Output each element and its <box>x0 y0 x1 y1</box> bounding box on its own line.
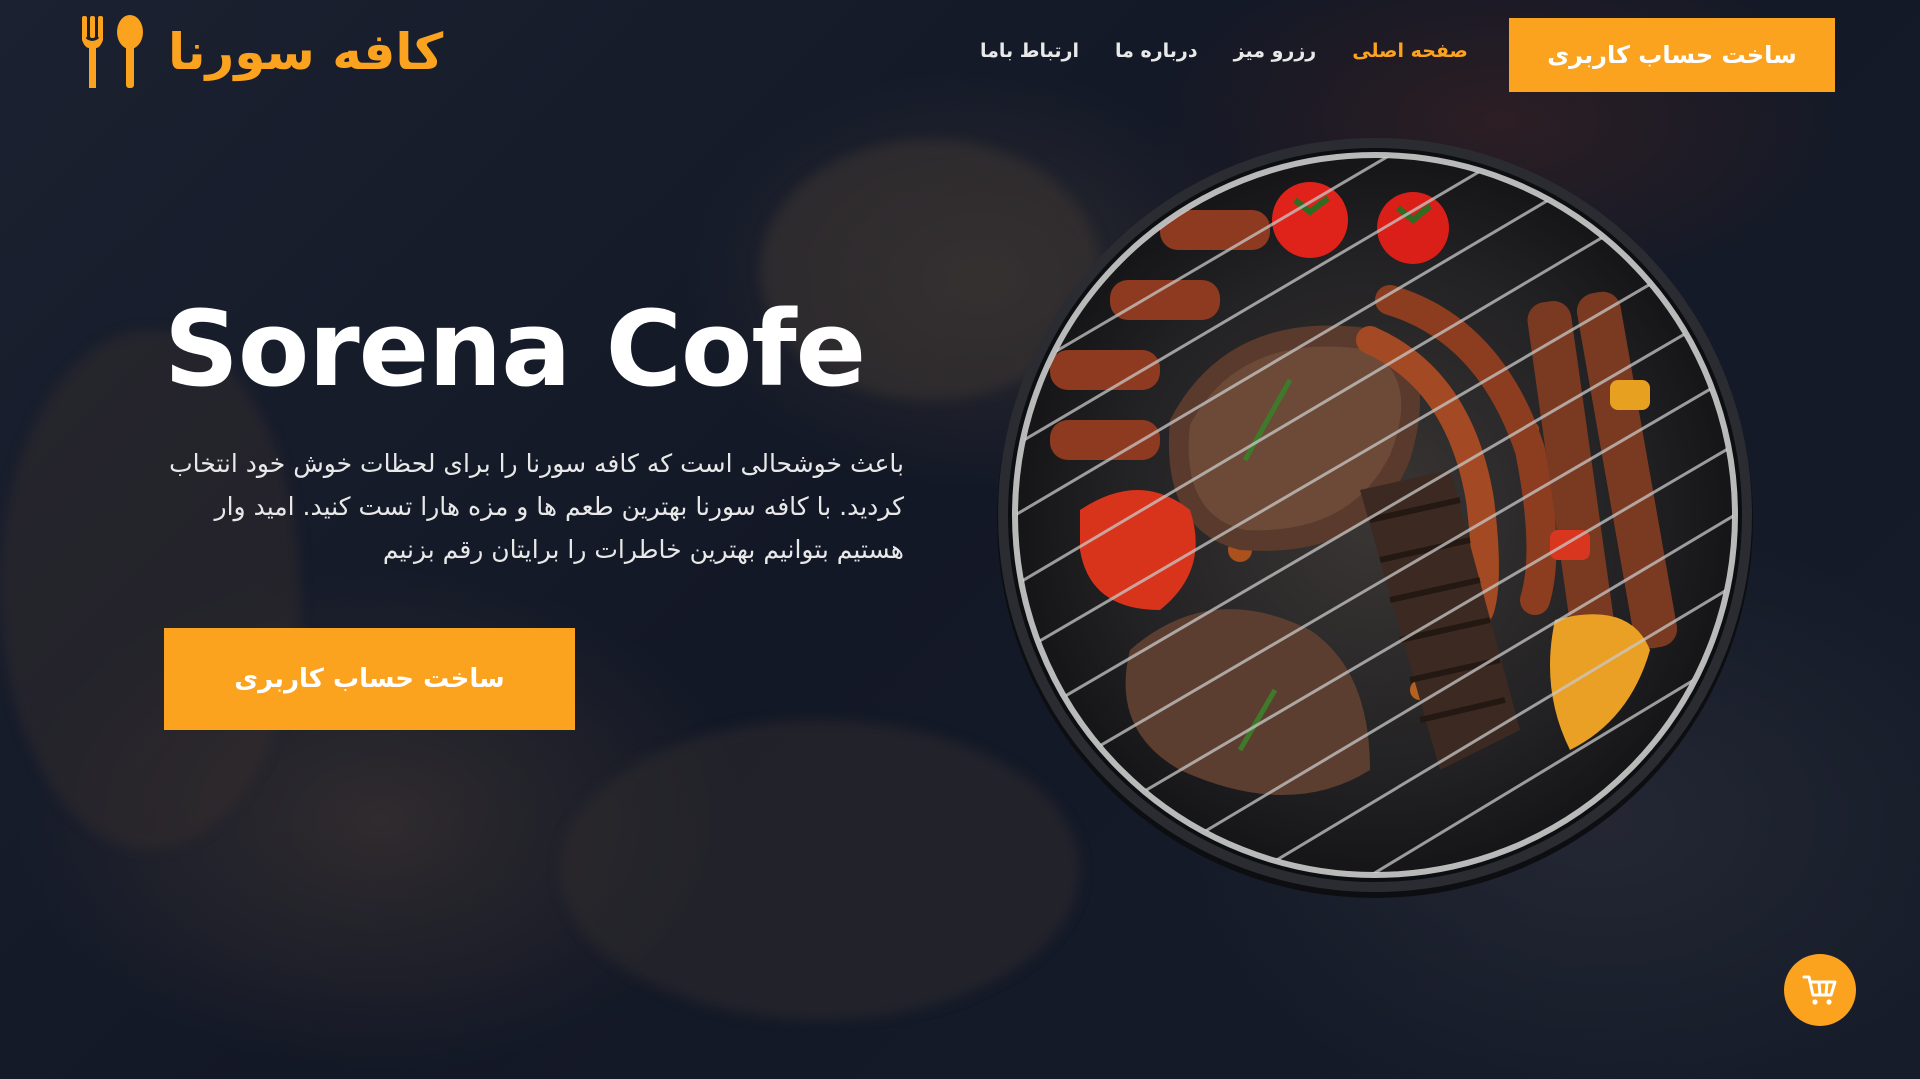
hero-title: Sorena Cofe <box>164 288 866 410</box>
landing-page: کافه سورنا ارتباط باما درباره ما رزرو می… <box>0 0 1920 1079</box>
nav-item-reservation[interactable]: رزرو میز <box>1234 40 1317 62</box>
main-nav: ارتباط باما درباره ما رزرو میز صفحه اصلی <box>980 40 1468 62</box>
hero-description: باعث خوشحالی است که کافه سورنا را برای ل… <box>169 449 904 564</box>
hero-signup-button[interactable]: ساخت حساب کاربری <box>164 628 575 730</box>
barbecue-grill-image <box>997 138 1753 898</box>
nav-item-contact[interactable]: ارتباط باما <box>980 40 1079 62</box>
cart-button[interactable] <box>1784 954 1856 1026</box>
nav-item-about[interactable]: درباره ما <box>1115 40 1198 62</box>
fork-spoon-icon <box>82 15 143 88</box>
nav-item-home[interactable]: صفحه اصلی <box>1352 40 1468 62</box>
brand-name: کافه سورنا <box>168 23 444 81</box>
brand-logo[interactable]: کافه سورنا <box>80 12 443 92</box>
header-signup-button[interactable]: ساخت حساب کاربری <box>1509 18 1835 92</box>
shopping-cart-icon <box>1802 975 1837 1005</box>
